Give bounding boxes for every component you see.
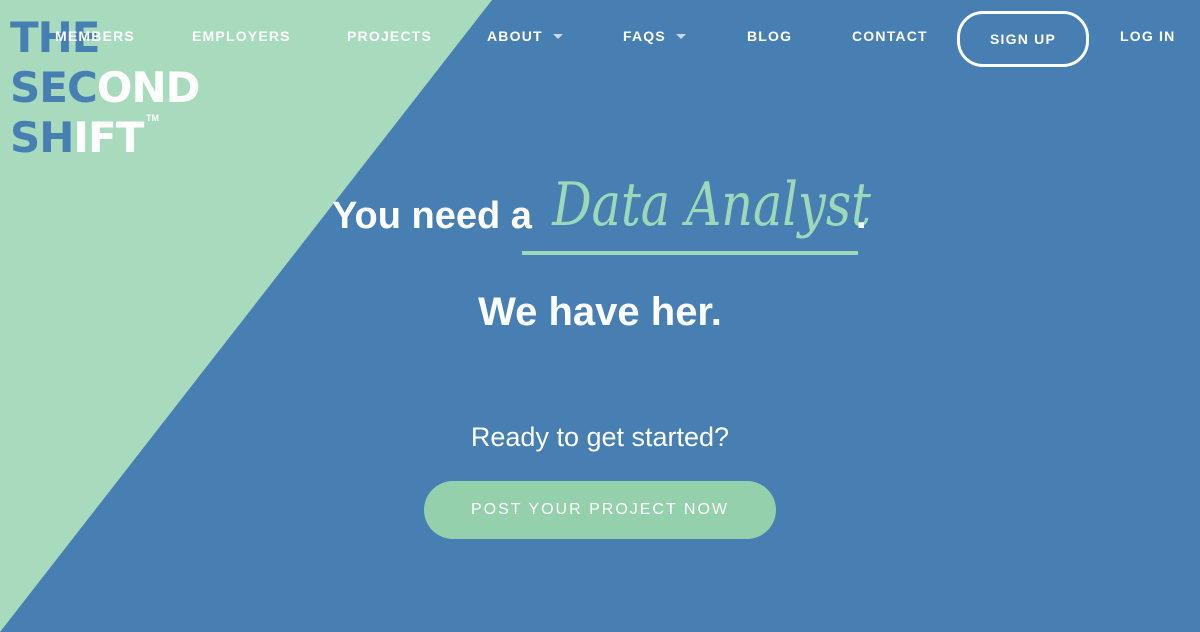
nav-about[interactable]: ABOUT (487, 28, 563, 44)
sign-up-button[interactable]: SIGN UP (957, 11, 1089, 67)
logo-word-second-part2: OND (96, 63, 201, 112)
logo-word-shift-part2: IFT (73, 113, 144, 162)
chevron-down-icon (552, 33, 563, 39)
nav-faqs-label: FAQS (623, 28, 666, 44)
nav-faqs[interactable]: FAQS (623, 28, 686, 44)
nav-projects[interactable]: PROJECTS (347, 28, 432, 44)
cta-prompt: Ready to get started? (470, 422, 730, 452)
nav-contact[interactable]: CONTACT (852, 28, 928, 44)
logo-word-second: SECOND (10, 63, 201, 112)
nav-blog[interactable]: BLOG (747, 28, 792, 44)
nav-employers[interactable]: EMPLOYERS (192, 28, 291, 44)
hero-suffix: . (856, 195, 867, 237)
logo-word-second-part1: SEC (10, 63, 98, 112)
hero-role-text: Data Analyst (552, 170, 871, 240)
post-project-button[interactable]: POST YOUR PROJECT NOW (424, 481, 776, 539)
logo-word-shift: SHIFT (10, 113, 144, 162)
hero-tagline: We have her. (478, 290, 722, 334)
log-in-link[interactable]: LOG IN (1120, 28, 1175, 44)
nav-members[interactable]: MEMBERS (55, 28, 135, 44)
logo-word-shift-part1: SH (10, 113, 74, 162)
hero-prefix: You need a (332, 195, 532, 237)
landing-page: THE SECOND SHIFT TM MEMBERS EMPLOYERS PR… (0, 0, 1200, 632)
nav-about-label: ABOUT (487, 28, 543, 44)
hero-role-underline (522, 251, 858, 255)
logo-trademark: TM (146, 113, 159, 123)
chevron-down-icon (675, 33, 686, 39)
